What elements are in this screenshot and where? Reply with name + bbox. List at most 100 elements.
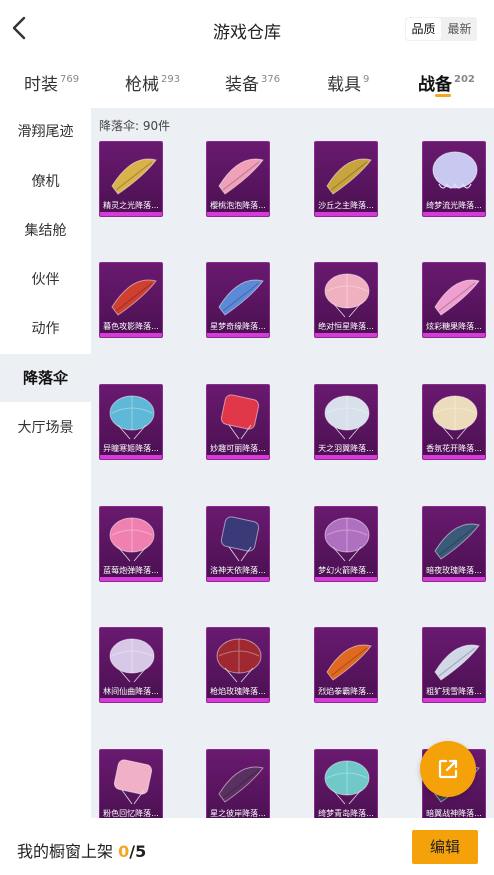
parachute-card[interactable]: 天之羽翼降落... — [314, 384, 378, 460]
golden-wing-glider-icon — [326, 158, 372, 195]
rarity-bar — [423, 698, 485, 702]
rarity-bar — [100, 333, 162, 337]
parachute-name: 蓝莓炮弹降落... — [103, 566, 159, 575]
tab-count: 9 — [363, 74, 370, 85]
parachute-name: 绮梦流光降落... — [426, 201, 482, 210]
parachute-card[interactable]: 妙趣可丽降落... — [206, 384, 270, 460]
dark-wing-glider-icon — [218, 766, 264, 803]
sidebar: 滑翔尾迹 僚机 集结舱 伙伴 动作 降落伞 大厅场景 — [0, 108, 91, 820]
tab-equipment[interactable]: 装备 376 — [225, 70, 280, 95]
parachute-card[interactable]: 炫彩糖果降落... — [422, 262, 486, 338]
sidebar-item-wingman[interactable]: 僚机 — [0, 158, 91, 206]
parachute-card[interactable]: 异瞳寒姬降落... — [99, 384, 163, 460]
rarity-bar — [207, 212, 269, 216]
rarity-bar — [423, 577, 485, 581]
bottom-bar: 我的橱窗上架 0/5 编辑 — [0, 818, 494, 875]
dark-wing-glider-icon — [434, 523, 480, 560]
golden-wing-glider-icon — [111, 158, 157, 195]
parachute-card[interactable]: 烈焰拳霸降落... — [314, 627, 378, 703]
tab-guns[interactable]: 枪械 293 — [125, 70, 180, 95]
rarity-bar — [100, 212, 162, 216]
parachute-name: 香氛花开降落... — [426, 444, 482, 453]
blue-round-parachute-icon — [109, 395, 155, 440]
parachute-name: 绝对恒星降落... — [318, 322, 374, 331]
item-grid: 降落伞: 90件 精灵之光降落... 樱桃泡泡降落... 沙丘之主降落... 绮梦流光… — [91, 108, 494, 820]
share-button[interactable] — [420, 741, 476, 797]
parachute-card[interactable]: 香氛花开降落... — [422, 384, 486, 460]
parachute-card[interactable]: 蓝莓炮弹降落... — [99, 506, 163, 582]
parachute-name: 樱桃泡泡降落... — [210, 201, 266, 210]
parachute-name: 炫彩糖果降落... — [426, 322, 482, 331]
sidebar-item-lobby-scene[interactable]: 大厅场景 — [0, 404, 91, 452]
parachute-name: 烈焰拳霸降落... — [318, 687, 374, 696]
showcase-status: 我的橱窗上架 0/5 — [17, 838, 146, 862]
parachute-card[interactable]: 樱桃泡泡降落... — [206, 141, 270, 217]
rarity-bar — [100, 455, 162, 459]
tab-count: 769 — [60, 74, 80, 85]
sidebar-item-parachute[interactable]: 降落伞 — [0, 354, 91, 402]
parachute-card[interactable]: 暗夜玫瑰降落... — [422, 506, 486, 582]
dark-square-parachute-icon — [220, 516, 260, 562]
showcase-max: 5 — [135, 842, 147, 861]
parachute-name: 梦幻火箭降落... — [318, 566, 374, 575]
sidebar-item-emote[interactable]: 动作 — [0, 305, 91, 353]
rarity-bar — [100, 698, 162, 702]
active-tab-indicator — [435, 94, 451, 97]
jellyfish-parachute-icon — [432, 151, 478, 189]
parachute-name: 粗犷残雪降落... — [426, 687, 482, 696]
silver-wing-glider-icon — [434, 644, 480, 681]
edit-button[interactable]: 编辑 — [412, 830, 478, 864]
item-count: 降落伞: 90件 — [99, 119, 171, 133]
parachute-card[interactable]: 粉色回忆降落... — [99, 749, 163, 820]
parachute-card[interactable]: 星之彼岸降落... — [206, 749, 270, 820]
tab-fashion[interactable]: 时装 769 — [24, 70, 79, 95]
parachute-card[interactable]: 精灵之光降落... — [99, 141, 163, 217]
sidebar-item-companion[interactable]: 伙伴 — [0, 256, 91, 304]
parachute-name: 林间仙曲降落... — [103, 687, 159, 696]
sidebar-item-glide-trail[interactable]: 滑翔尾迹 — [0, 108, 91, 156]
red-dark-parachute-icon — [216, 638, 262, 683]
tab-label: 载具 — [327, 75, 361, 95]
parachute-card[interactable]: 枪焰玫瑰降落... — [206, 627, 270, 703]
parachute-card[interactable]: 林间仙曲降落... — [99, 627, 163, 703]
parachute-name: 星梦奇缘降落... — [210, 322, 266, 331]
rarity-bar — [207, 333, 269, 337]
sort-quality-button[interactable]: 品质 — [406, 18, 441, 40]
rarity-bar — [315, 577, 377, 581]
parachute-card[interactable]: 绮梦青岛降落... — [314, 749, 378, 820]
sort-toggle: 品质 最新 — [405, 17, 477, 41]
sidebar-item-assembly-pod[interactable]: 集结舱 — [0, 207, 91, 255]
tab-count: 376 — [261, 74, 281, 85]
tab-vehicles[interactable]: 载具 9 — [327, 70, 369, 95]
purple-round-parachute-icon — [324, 517, 370, 562]
rarity-bar — [315, 698, 377, 702]
cream-round-parachute-icon — [432, 395, 478, 440]
parachute-card[interactable]: 绝对恒星降落... — [314, 262, 378, 338]
parachute-name: 精灵之光降落... — [103, 201, 159, 210]
pink-round-parachute-icon — [324, 273, 370, 318]
parachute-name: 沙丘之主降落... — [318, 201, 374, 210]
parachute-name: 妙趣可丽降落... — [210, 444, 266, 453]
parachute-card[interactable]: 暮色攻影降落... — [99, 262, 163, 338]
showcase-current: 0 — [118, 842, 130, 861]
parachute-card[interactable]: 星梦奇缘降落... — [206, 262, 270, 338]
tab-label: 战备 — [418, 75, 452, 95]
rarity-bar — [315, 333, 377, 337]
rarity-bar — [423, 212, 485, 216]
parachute-card[interactable]: 梦幻火箭降落... — [314, 506, 378, 582]
parachute-name: 暗夜玫瑰降落... — [426, 566, 482, 575]
pink-round-parachute-icon — [109, 517, 155, 562]
rarity-bar — [423, 455, 485, 459]
rarity-bar — [315, 212, 377, 216]
parachute-card[interactable]: 沙丘之主降落... — [314, 141, 378, 217]
parachute-card[interactable]: 粗犷残雪降落... — [422, 627, 486, 703]
sort-newest-button[interactable]: 最新 — [442, 17, 477, 41]
tab-count: 293 — [161, 74, 181, 85]
parachute-name: 天之羽翼降落... — [318, 444, 374, 453]
tab-combat-prep[interactable]: 战备 202 — [418, 70, 475, 95]
orange-wing-glider-icon — [326, 644, 372, 681]
rarity-bar — [207, 698, 269, 702]
rarity-bar — [315, 455, 377, 459]
parachute-card[interactable]: 绮梦流光降落... — [422, 141, 486, 217]
parachute-card[interactable]: 洛神天依降落... — [206, 506, 270, 582]
